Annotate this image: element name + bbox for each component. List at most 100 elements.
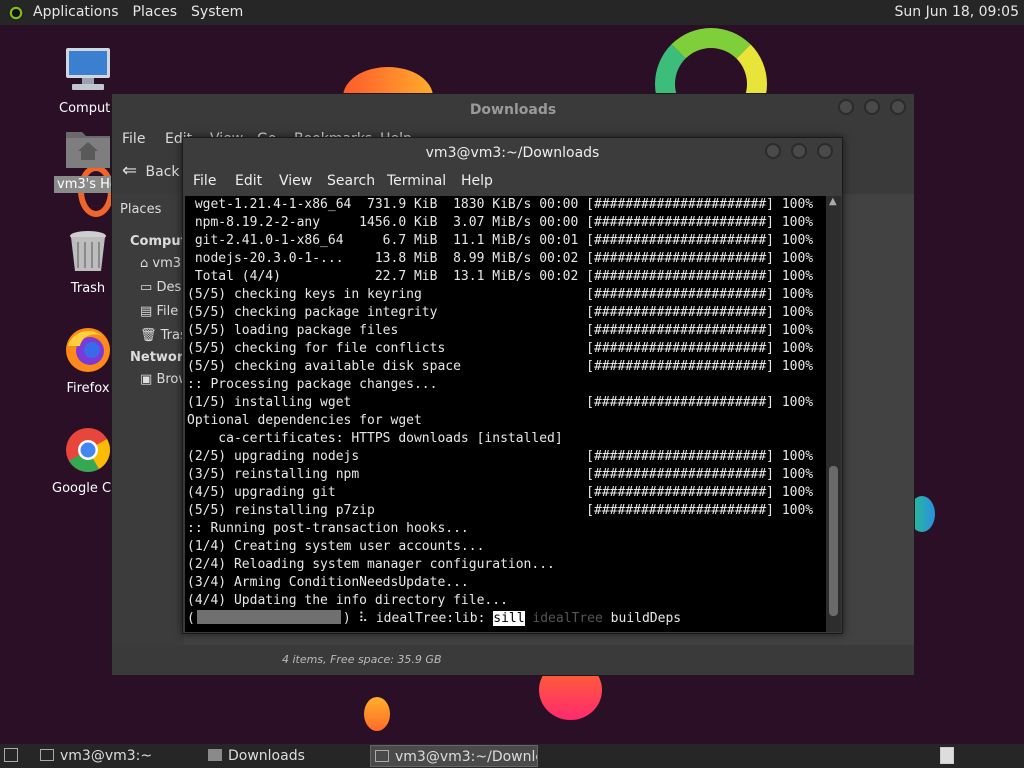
spinner: ⠧ bbox=[358, 611, 369, 626]
home-folder-icon bbox=[66, 132, 110, 168]
clock[interactable]: Sun Jun 18, 09:05 bbox=[895, 0, 1019, 25]
terminal-line: npm-8.19.2-2-any 1456.0 KiB 3.07 MiB/s 0… bbox=[187, 215, 814, 230]
trash-icon: 🗑 bbox=[140, 328, 157, 343]
sidebar-item-label: Desktop bbox=[156, 280, 184, 295]
menu-view[interactable]: View bbox=[279, 173, 312, 189]
places-menu[interactable]: Places bbox=[126, 0, 185, 25]
show-desktop-icon[interactable] bbox=[4, 748, 18, 762]
task-label: vm3@vm3:~ bbox=[60, 748, 153, 764]
terminal-line: git-2.41.0-1-x86_64 6.7 MiB 11.1 MiB/s 0… bbox=[187, 233, 814, 248]
sidebar-item-trash[interactable]: 🗑 Trash bbox=[140, 328, 184, 343]
sidebar-item-label: Browse Network bbox=[156, 372, 184, 387]
terminal-line: (5/5) checking package integrity [######… bbox=[187, 305, 814, 320]
computer-icon bbox=[66, 48, 110, 90]
maximize-button[interactable] bbox=[864, 99, 880, 115]
terminal-line: nodejs-20.3.0-1-... 13.8 MiB 8.99 MiB/s … bbox=[187, 251, 814, 266]
menubar: File Edit View Search Terminal Help bbox=[183, 168, 842, 196]
terminal-line: (3/5) reinstalling npm [################… bbox=[187, 467, 814, 482]
terminal-icon bbox=[40, 749, 54, 761]
terminal-line: (1/5) installing wget [#################… bbox=[187, 395, 814, 410]
distro-logo-icon[interactable] bbox=[8, 4, 24, 21]
sidebar-item-label: File System bbox=[156, 304, 184, 319]
terminal-output[interactable]: wget-1.21.4-1-x86_64 731.9 KiB 1830 KiB/… bbox=[185, 196, 826, 632]
section-network: Network bbox=[130, 350, 184, 365]
sidebar-item-network[interactable]: ▣ Browse Network bbox=[140, 372, 184, 387]
taskbar-item-downloads[interactable]: Downloads bbox=[204, 745, 388, 767]
applications-menu[interactable]: Applications bbox=[26, 0, 126, 25]
status-text: 4 items, Free space: 35.9 GB bbox=[282, 653, 442, 666]
progress-bar bbox=[196, 610, 341, 624]
sidebar-header[interactable]: Places bbox=[120, 202, 161, 217]
log-level: sill bbox=[493, 611, 525, 626]
back-label: Back bbox=[145, 164, 180, 180]
menu-terminal[interactable]: Terminal bbox=[387, 173, 446, 189]
back-button[interactable]: ⇐ Back bbox=[122, 160, 180, 181]
status-bar: 4 items, Free space: 35.9 GB bbox=[112, 645, 914, 675]
menu-help[interactable]: Help bbox=[461, 173, 493, 189]
task-label: Downloads bbox=[228, 748, 305, 764]
trash-icon bbox=[70, 231, 106, 271]
close-button[interactable] bbox=[890, 99, 906, 115]
terminal-line: :: Running post-transaction hooks... bbox=[187, 521, 469, 536]
terminal-line: (5/5) checking keys in keyring [########… bbox=[187, 287, 814, 302]
firefox-icon bbox=[66, 328, 110, 372]
window-title[interactable]: vm3@vm3:~/Downloads bbox=[183, 138, 842, 168]
terminal-line: (3/4) Arming ConditionNeedsUpdate... bbox=[187, 575, 469, 590]
terminal-icon bbox=[375, 750, 389, 762]
minimize-button[interactable] bbox=[838, 99, 854, 115]
terminal-line: (2/4) Reloading system manager configura… bbox=[187, 557, 555, 572]
minimize-button[interactable] bbox=[765, 143, 781, 159]
terminal-line: (5/5) checking for file conflicts [#####… bbox=[187, 341, 814, 356]
workspace-switcher[interactable] bbox=[940, 747, 954, 764]
terminal-line: (4/5) upgrading git [###################… bbox=[187, 485, 814, 500]
terminal-window: vm3@vm3:~/Downloads File Edit View Searc… bbox=[182, 137, 843, 634]
desktop-icon-label: Firefox bbox=[66, 381, 110, 396]
window-title[interactable]: Downloads bbox=[112, 94, 914, 126]
menu-search[interactable]: Search bbox=[327, 173, 375, 189]
scrollbar-thumb[interactable] bbox=[829, 466, 838, 616]
task-label: vm3@vm3:~/Downloads bbox=[395, 749, 537, 765]
scroll-up-icon[interactable]: ▲ bbox=[829, 196, 837, 207]
terminal-line: (5/5) reinstalling p7zip [##############… bbox=[187, 503, 814, 518]
terminal-line: ca-certificates: HTTPS downloads [instal… bbox=[187, 431, 563, 446]
sidebar-item-desktop[interactable]: ▭ Desktop bbox=[140, 280, 184, 295]
menu-file[interactable]: File bbox=[193, 173, 216, 189]
progress-task: buildDeps bbox=[610, 611, 682, 626]
terminal-line: (5/5) checking available disk space [###… bbox=[187, 359, 814, 374]
terminal-line: (4/4) Updating the info directory file..… bbox=[187, 593, 508, 608]
home-icon: ⌂ bbox=[140, 256, 149, 271]
sidebar-item-label: Trash bbox=[160, 328, 184, 343]
terminal-line: (5/5) loading package files [###########… bbox=[187, 323, 814, 338]
terminal-line: Optional dependencies for wget bbox=[187, 413, 422, 428]
desktop-icon-label: Trash bbox=[70, 281, 106, 296]
sidebar-item-label: vm3 bbox=[152, 256, 182, 271]
section-computer: Computer bbox=[130, 234, 184, 249]
menu-file[interactable]: File bbox=[122, 131, 145, 147]
close-button[interactable] bbox=[817, 143, 833, 159]
menu-edit[interactable]: Edit bbox=[235, 173, 262, 189]
sidebar-item-home[interactable]: ⌂ vm3 bbox=[140, 256, 181, 271]
taskbar-item-terminal-downloads[interactable]: vm3@vm3:~/Downloads bbox=[370, 745, 538, 767]
scrollbar[interactable]: ▲ bbox=[826, 196, 841, 632]
terminal-line: :: Processing package changes... bbox=[187, 377, 438, 392]
sidebar: Places Computer ⌂ vm3 ▭ Desktop ▤ File S… bbox=[112, 194, 184, 645]
folder-icon bbox=[208, 749, 222, 761]
npm-progress-line: () ⠧ idealTree:lib: sill idealTree build… bbox=[187, 610, 682, 626]
top-panel: Applications Places System Sun Jun 18, 0… bbox=[0, 0, 1024, 25]
desktop-icon: ▭ bbox=[140, 280, 153, 295]
terminal-line: (1/4) Creating system user accounts... bbox=[187, 539, 485, 554]
terminal-line: (2/5) upgrading nodejs [################… bbox=[187, 449, 814, 464]
taskbar-item-terminal-home[interactable]: vm3@vm3:~ bbox=[36, 745, 220, 767]
wallpaper-shape bbox=[364, 697, 390, 731]
bottom-panel: vm3@vm3:~ Downloads vm3@vm3:~/Downloads bbox=[0, 744, 1024, 768]
arrow-left-icon: ⇐ bbox=[122, 160, 138, 181]
network-icon: ▣ bbox=[140, 372, 153, 387]
drive-icon: ▤ bbox=[140, 304, 153, 319]
sidebar-item-filesystem[interactable]: ▤ File System bbox=[140, 304, 184, 319]
terminal-line: Total (4/4) 22.7 MiB 13.1 MiB/s 00:02 [#… bbox=[187, 269, 814, 284]
terminal-line: wget-1.21.4-1-x86_64 731.9 KiB 1830 KiB/… bbox=[187, 197, 814, 212]
progress-detail: idealTree bbox=[532, 611, 603, 626]
maximize-button[interactable] bbox=[791, 143, 807, 159]
system-menu[interactable]: System bbox=[184, 0, 250, 25]
progress-stage: idealTree:lib: bbox=[375, 611, 486, 626]
